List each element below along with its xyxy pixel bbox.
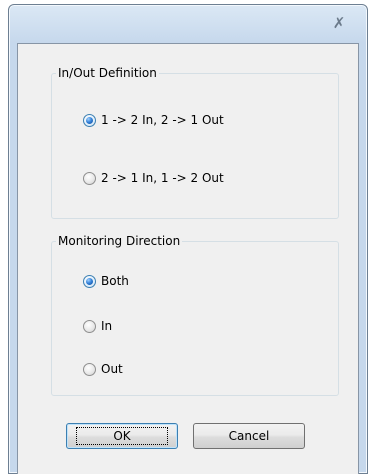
radio-label: 1 -> 2 In, 2 -> 1 Out [101, 113, 224, 127]
radio-label: 2 -> 1 In, 1 -> 2 Out [101, 171, 224, 185]
radio-monitoring-in[interactable]: In [83, 317, 112, 335]
radio-monitoring-both[interactable]: Both [83, 272, 129, 290]
radio-icon [83, 362, 96, 376]
close-icon: ✗ [332, 13, 346, 32]
ok-button-label: OK [76, 427, 168, 445]
cancel-button-label: Cancel [228, 429, 270, 443]
radio-inout-option-2[interactable]: 2 -> 1 In, 1 -> 2 Out [83, 169, 224, 187]
radio-icon [83, 171, 96, 185]
inout-definition-group: In/Out Definition [51, 66, 339, 219]
radio-icon [83, 319, 96, 333]
radio-monitoring-out[interactable]: Out [83, 360, 123, 378]
inout-definition-legend: In/Out Definition [58, 66, 157, 80]
radio-label: Out [101, 362, 123, 376]
monitoring-direction-legend: Monitoring Direction [58, 234, 181, 248]
close-button[interactable]: ✗ [319, 13, 359, 33]
dialog-window: ✗ In/Out Definition 1 -> 2 In, 2 -> 1 Ou… [8, 4, 368, 474]
radio-inout-option-1[interactable]: 1 -> 2 In, 2 -> 1 Out [83, 111, 224, 129]
dialog-client-area: In/Out Definition 1 -> 2 In, 2 -> 1 Out … [17, 43, 359, 474]
radio-label: In [101, 319, 113, 333]
radio-label: Both [101, 274, 129, 288]
cancel-button[interactable]: Cancel [193, 423, 305, 449]
radio-icon [83, 113, 96, 127]
ok-button[interactable]: OK [66, 423, 178, 449]
radio-icon [83, 274, 96, 288]
title-bar[interactable]: ✗ [9, 5, 367, 43]
